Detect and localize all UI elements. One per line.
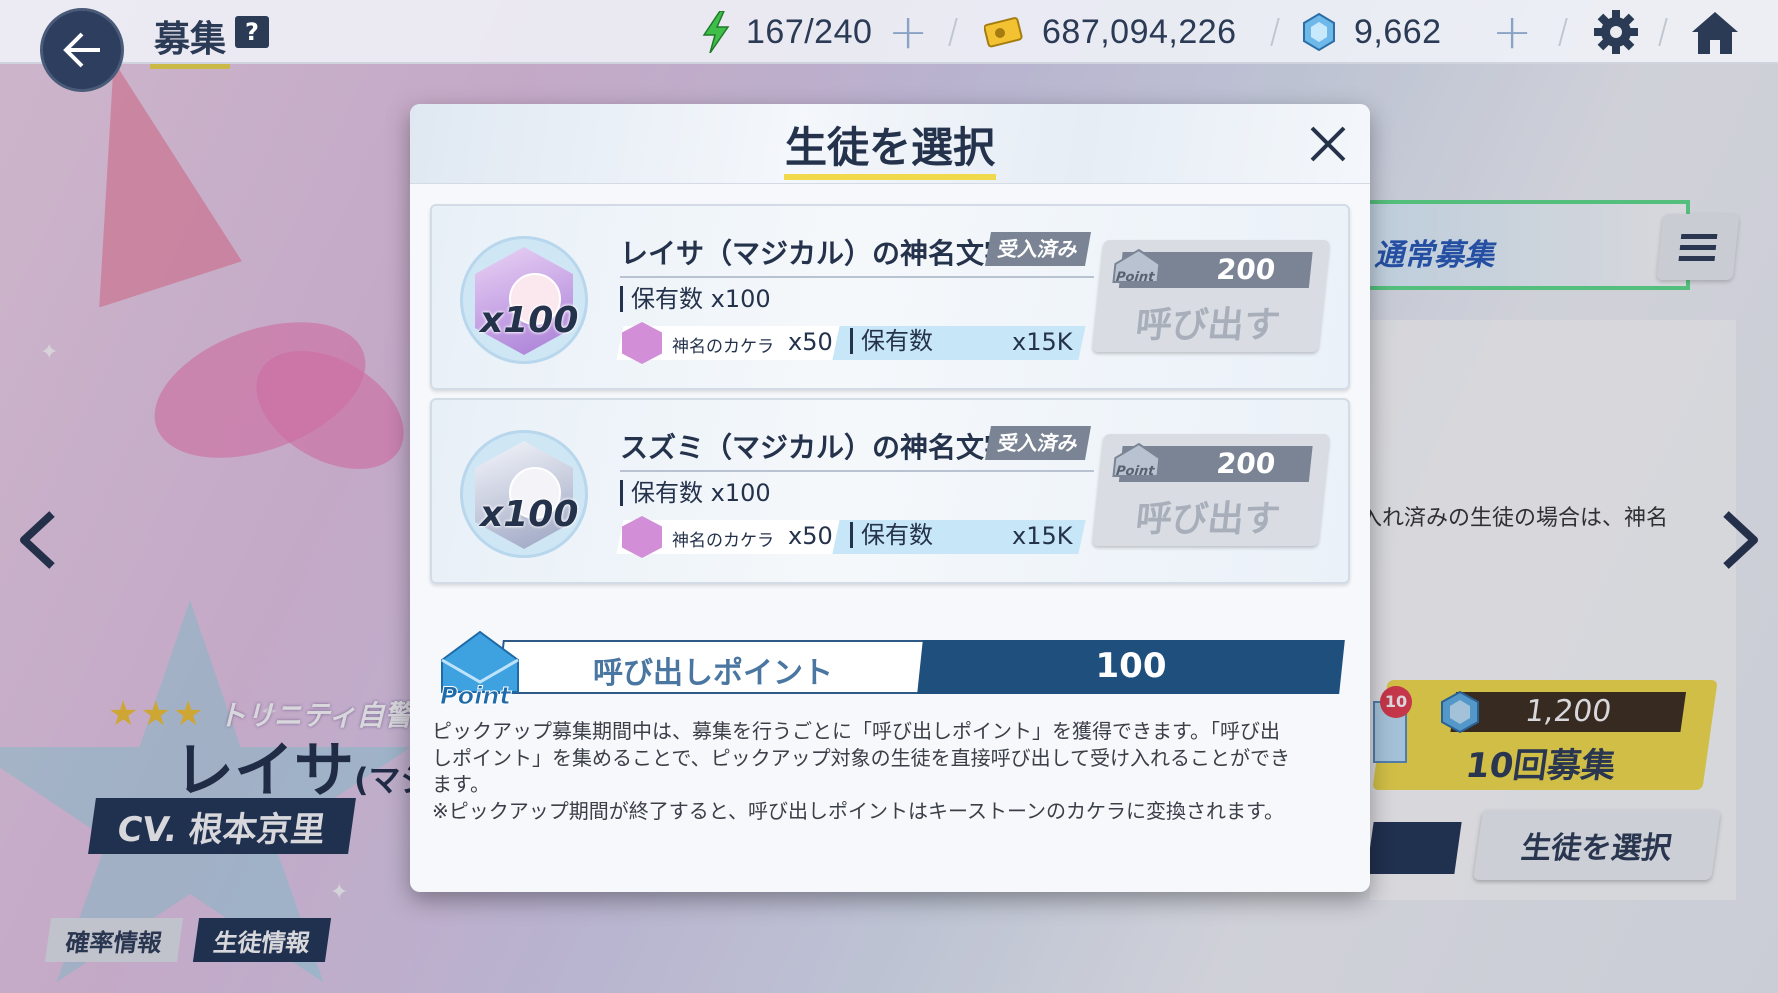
description-line: ※ピックアップ期間が終了すると、呼び出しポイントはキーストーンのカケラに変換され… — [432, 798, 1284, 823]
material-bar: 神名のカケラ x50 保有数 x15K — [616, 516, 1090, 558]
add-gems-button[interactable]: + — [1492, 8, 1532, 56]
svg-text:Point: Point — [1115, 464, 1156, 479]
svg-text:Point: Point — [440, 682, 512, 710]
credits-display: 687,094,226 — [984, 10, 1237, 54]
owned-count: 保有数 x100 — [620, 286, 771, 312]
svg-text:Point: Point — [1115, 270, 1156, 285]
credits-value: 687,094,226 — [1042, 12, 1237, 51]
received-badge: 受入済み — [985, 232, 1091, 266]
summon-points-description: ピックアップ募集期間中は、募集を行うごとに「呼び出しポイント」を獲得できます。「… — [432, 718, 1352, 824]
student-card: x100 スズミ（マジカル）の神名文字 受入済み 保有数 x100 神名のカケラ… — [430, 398, 1350, 584]
close-icon[interactable] — [1306, 122, 1350, 166]
item-quantity: x100 — [480, 494, 579, 535]
gear-icon[interactable] — [1592, 8, 1640, 56]
back-button[interactable] — [40, 8, 124, 92]
add-stamina-button[interactable]: + — [888, 8, 928, 56]
lightning-icon — [702, 11, 730, 53]
description-line: ピックアップ募集期間中は、募集を行うごとに「呼び出しポイント」を獲得できます。「… — [432, 719, 1280, 743]
item-quantity: x100 — [480, 300, 579, 341]
title-underline — [784, 174, 996, 180]
select-student-modal: 生徒を選択 x100 レイサ（マジカル）の神名文字 受入済み 保有数 x100 … — [410, 104, 1370, 892]
summon-button[interactable]: 200 Point 呼び出す — [1092, 434, 1330, 546]
material-owned-count: x15K — [1012, 522, 1073, 550]
material-bar: 神名のカケラ x50 保有数 x15K — [616, 322, 1090, 364]
modal-header: 生徒を選択 — [410, 104, 1370, 184]
point-envelope-icon: Point — [440, 630, 519, 710]
summon-label: 呼び出す — [1133, 305, 1283, 346]
summon-points-label: 呼び出しポイント — [593, 656, 833, 691]
material-owned-count: x15K — [1012, 328, 1073, 356]
gems-display: 9,662 — [1302, 10, 1442, 54]
stamina-value: 167/240 — [746, 12, 873, 51]
page-title: 募集 — [150, 10, 231, 69]
material-owned-label: 保有数 — [850, 328, 933, 354]
gems-value: 9,662 — [1354, 12, 1442, 51]
material-count: x50 — [788, 522, 833, 550]
pyroxene-icon — [1303, 12, 1335, 52]
summon-points-value: 100 — [1095, 646, 1167, 686]
home-icon[interactable] — [1690, 8, 1740, 58]
material-name: 神名のカケラ — [672, 531, 774, 551]
material-name: 神名のカケラ — [672, 337, 774, 357]
summon-button[interactable]: 200 Point 呼び出す — [1092, 240, 1330, 352]
modal-title: 生徒を選択 — [784, 123, 995, 172]
student-item-name: レイサ（マジカル）の神名文字 — [620, 237, 1013, 270]
material-owned-label: 保有数 — [850, 522, 933, 548]
description-line: しポイント」を集めることで、ピックアップ対象の生徒を直接呼び出して受け入れること… — [432, 745, 1290, 770]
owned-count: 保有数 x100 — [620, 480, 771, 506]
top-bar: 募集 ? 167/240 + 687,094,226 9,662 + — [0, 0, 1778, 69]
divider — [620, 276, 1094, 278]
summon-label: 呼び出す — [1133, 499, 1283, 540]
received-badge: 受入済み — [985, 426, 1091, 460]
point-icon: Point — [1112, 442, 1161, 479]
divider — [620, 470, 1094, 472]
arrow-left-icon — [63, 32, 100, 68]
material-count: x50 — [788, 328, 833, 356]
help-button[interactable]: ? — [235, 16, 269, 48]
point-icon: Point — [1112, 248, 1161, 285]
summon-points-bar: 呼び出しポイント 100 Point — [436, 630, 1356, 710]
student-item-name: スズミ（マジカル）の神名文字 — [620, 431, 1013, 464]
credit-card-icon — [984, 17, 1023, 48]
student-card: x100 レイサ（マジカル）の神名文字 受入済み 保有数 x100 神名のカケラ… — [430, 204, 1350, 390]
stamina-display: 167/240 — [700, 10, 872, 54]
description-line: ます。 — [432, 772, 490, 796]
